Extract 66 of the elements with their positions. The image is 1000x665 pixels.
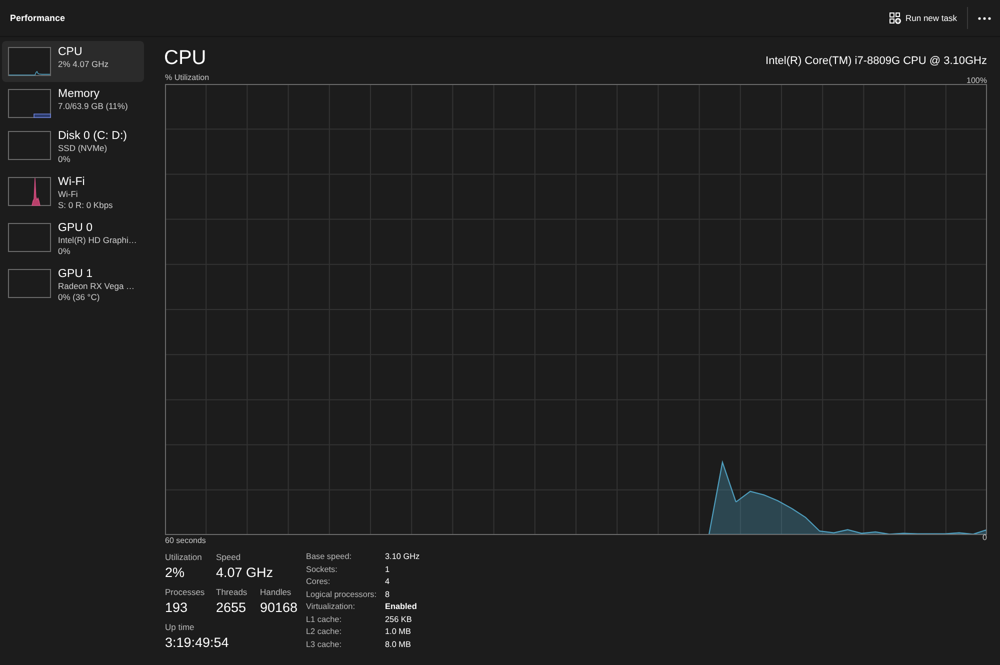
spec-label: L1 cache: xyxy=(306,614,343,626)
y-tick-label: 0 xyxy=(982,535,987,542)
item-name: Disk 0 (C: D:) xyxy=(58,130,127,143)
spec-label: Logical processors: xyxy=(306,588,378,601)
x-axis-label: 60 seconds xyxy=(165,536,206,546)
spec-label: L2 cache: xyxy=(306,626,343,638)
item-name: CPU xyxy=(58,46,84,59)
spec-value: 4 xyxy=(385,576,391,588)
sidebar-item[interactable]: CPU 2% 4.07 GHz xyxy=(2,41,144,82)
usage-graph-thumbnail xyxy=(8,269,51,298)
detail-title: CPU xyxy=(164,47,206,69)
spec-value: 1.0 MB xyxy=(385,626,412,638)
stat-value: 2655 xyxy=(216,599,246,617)
stat-value: 3:19:49:54 xyxy=(165,634,229,652)
stat-value: 4.07 GHz xyxy=(216,564,274,582)
spec-label: L3 cache: xyxy=(306,638,343,650)
stat-value: 193 xyxy=(165,599,188,617)
item-detail: 0% (36 °C) xyxy=(58,292,101,302)
spec-value: 1 xyxy=(385,564,391,576)
item-detail: SSD (NVMe) xyxy=(58,143,108,154)
stat-label: Utilization xyxy=(165,552,202,563)
sidebar-item[interactable]: Disk 0 (C: D:) SSD (NVMe) 0% xyxy=(2,125,144,170)
sidebar-item[interactable]: GPU 1 Radeon RX Vega … 0% (36 °C) xyxy=(2,263,144,308)
stat-label: Speed xyxy=(216,552,241,563)
stat-value: 90168 xyxy=(260,599,298,617)
stat-label: Threads xyxy=(216,587,248,598)
window-title: Performance xyxy=(10,13,66,23)
spec-value: 8 xyxy=(385,588,391,600)
stat-label: Up time xyxy=(165,622,194,633)
stat-label: Handles xyxy=(260,587,292,598)
spec-label: Sockets: xyxy=(306,564,338,576)
run-new-task-button[interactable]: Run new task xyxy=(882,5,964,31)
spec-label: Cores: xyxy=(306,576,332,588)
usage-graph-thumbnail xyxy=(8,89,51,118)
y-tick-label: 100% xyxy=(966,78,987,84)
spec-value: 256 KB xyxy=(385,614,413,626)
stat-value: 2% xyxy=(165,564,185,582)
usage-graph-thumbnail xyxy=(8,47,51,76)
item-name: Wi-Fi xyxy=(58,176,86,189)
sidebar-item[interactable]: GPU 0 Intel(R) HD Graphi… 0% xyxy=(2,217,144,262)
item-detail: Radeon RX Vega … xyxy=(58,281,135,292)
spec-label: Virtualization: xyxy=(306,601,356,613)
item-detail: S: 0 R: 0 Kbps xyxy=(58,200,113,210)
usage-graph-thumbnail xyxy=(8,177,51,206)
usage-graph-thumbnail xyxy=(8,223,51,252)
item-detail: Intel(R) HD Graphi… xyxy=(58,235,137,246)
stat-label: Processes xyxy=(165,587,205,598)
usage-graph-thumbnail xyxy=(8,131,51,160)
item-name: Memory xyxy=(58,88,101,101)
item-name: GPU 0 xyxy=(58,222,94,235)
y-axis-label: % Utilization xyxy=(165,73,210,83)
spec-value: 8.0 MB xyxy=(385,638,412,650)
item-detail: 0% xyxy=(58,246,72,256)
processor-name: Intel(R) Core(TM) i7-8809G CPU @ 3.10GHz xyxy=(766,55,987,67)
item-detail: 7.0/63.9 GB (11%) xyxy=(58,101,128,112)
new-task-icon xyxy=(888,12,900,24)
sidebar-item[interactable]: Memory 7.0/63.9 GB (11%) xyxy=(2,83,144,124)
sidebar-item[interactable]: Wi-Fi Wi-Fi S: 0 R: 0 Kbps xyxy=(2,171,144,216)
item-name: GPU 1 xyxy=(58,268,94,281)
item-detail: 0% xyxy=(58,154,72,164)
more-icon xyxy=(978,16,990,20)
item-detail: 2% 4.07 GHz xyxy=(58,59,109,70)
spec-value: 3.10 GHz xyxy=(385,551,420,563)
spec-label: Base speed: xyxy=(306,551,353,563)
spec-value: Enabled xyxy=(385,601,418,613)
item-detail: Wi-Fi xyxy=(58,189,79,200)
